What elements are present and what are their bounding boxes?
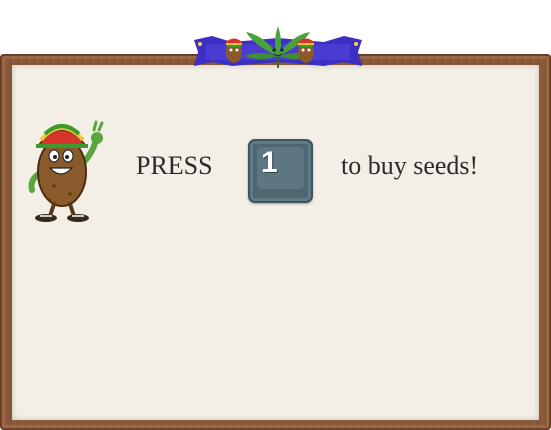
rasta-potato-mascot-icon <box>28 120 104 222</box>
key-1-label: 1 <box>261 146 278 179</box>
cannabis-leaf-banner-icon <box>194 26 362 68</box>
buy-seeds-label: to buy seeds! <box>341 151 479 180</box>
press-label: PRESS <box>136 151 213 180</box>
game-screen: PRESS 1 to buy seeds! <box>0 0 551 430</box>
key-1-button[interactable]: 1 <box>248 139 313 203</box>
